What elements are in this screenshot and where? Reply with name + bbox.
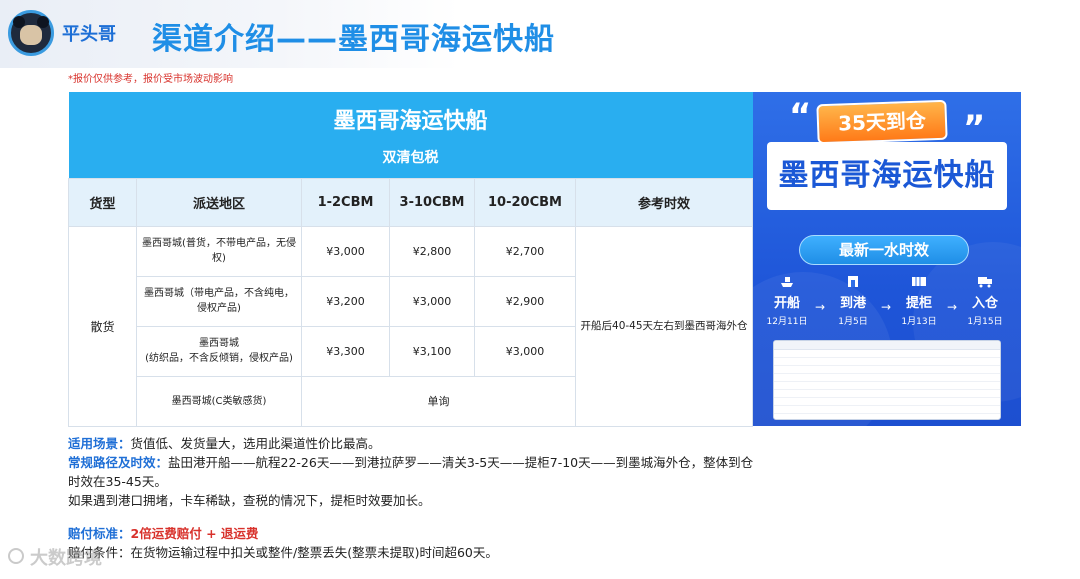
price-cell: ¥2,800 [389, 225, 475, 277]
route-label: 常规路径及时效： [68, 455, 169, 470]
price-disclaimer: *报价仅供参考，报价受市场波动影响 [68, 74, 233, 85]
banner-subtitle: 双清包税 [382, 149, 439, 166]
price-cell: ¥3,100 [389, 325, 475, 377]
arrow-icon: → [814, 300, 826, 314]
arrow-icon: → [946, 300, 958, 314]
header: 平头哥 渠道介绍——墨西哥海运快船 [0, 0, 1080, 68]
header-cargo-type: 货型 [68, 177, 137, 227]
condition-line: 赔付条件：在货物运输过程中扣关或整件/整票丢失(整票未提取)时间超60天。 [68, 545, 828, 561]
scene-line: 适用场景：货值低、发货量大，选用此渠道性价比最高。 [68, 436, 828, 452]
price-cell: ¥3,000 [301, 225, 390, 277]
route-text: 盐田港开船——航程22-26天——到港拉萨罗——清关3-5天——提柜7-10天—… [168, 455, 754, 470]
arrow-icon: → [880, 300, 892, 314]
promo-poster: “ ” 35天到仓 墨西哥海运快船 最新一水时效 开船 12月11日 → 到港 … [753, 92, 1021, 426]
route-line: 常规路径及时效：盐田港开船——航程22-26天——到港拉萨罗——清关3-5天——… [68, 455, 828, 471]
header-3-10cbm: 3-10CBM [389, 177, 475, 227]
transit-badge: 35天到仓 [816, 99, 948, 145]
port-icon [848, 276, 858, 287]
header-reference-time: 参考时效 [574, 177, 754, 227]
ship-icon [781, 277, 793, 287]
page-title: 渠道介绍——墨西哥海运快船 [152, 22, 555, 57]
reference-time-cell: 开船后40-45天左右到墨西哥海外仓 [574, 225, 754, 427]
header-region: 派送地区 [136, 177, 302, 227]
container-icon [912, 277, 926, 286]
cargo-type-cell: 散货 [68, 225, 137, 427]
header-1-2cbm: 1-2CBM [301, 177, 390, 227]
region-cell: 墨西哥城 (纺织品，不含反倾销，侵权产品) [136, 325, 302, 377]
region-cell: 墨西哥城(C类敏感货) [136, 375, 302, 427]
price-cell: ¥2,900 [474, 275, 576, 327]
delay-line: 如果遇到港口拥堵，卡车稀缺，查税的情况下，提柜时效要加长。 [68, 493, 431, 508]
region-cell: 墨西哥城(普货，不带电产品，无侵权) [136, 225, 302, 277]
truck-icon [978, 277, 992, 288]
watermark-logo-icon [8, 548, 24, 564]
poster-title: 墨西哥海运快船 [778, 158, 996, 193]
step-pickup: 提柜 1月13日 [897, 274, 941, 327]
region-cell: 墨西哥城（带电产品，不含纯电，侵权产品) [136, 275, 302, 327]
header-10-20cbm: 10-20CBM [474, 177, 576, 227]
banner-title: 墨西哥海运快船 [333, 108, 488, 134]
price-cell: ¥3,000 [389, 275, 475, 327]
compensation-text: 2倍运费赔付 + 退运费 [130, 526, 259, 541]
tracking-screenshot [773, 340, 1001, 420]
step-departure: 开船 12月11日 [765, 274, 809, 327]
condition-text: 在货物运输过程中扣关或整件/整票丢失(整票未提取)时间超60天。 [130, 545, 498, 560]
table-banner: 墨西哥海运快船 双清包税 [68, 92, 753, 178]
compensation-line: 赔付标准：2倍运费赔付 + 退运费 [68, 526, 828, 542]
route-line-2: 时效在35-45天。 [68, 474, 167, 489]
price-cell: ¥2,700 [474, 225, 576, 277]
price-cell: ¥3,300 [301, 325, 390, 377]
scene-text: 货值低、发货量大，选用此渠道性价比最高。 [130, 436, 381, 451]
bear-logo-icon [8, 10, 54, 56]
table-row: 散货 墨西哥城(普货，不带电产品，无侵权) ¥3,000 ¥2,800 ¥2,7… [68, 225, 754, 427]
step-warehouse: 入仓 1月15日 [963, 274, 1007, 327]
latest-schedule-pill: 最新一水时效 [799, 235, 969, 265]
schedule-steps: 开船 12月11日 → 到港 1月5日 → 提柜 1月13日 → 入仓 1月15… [765, 274, 1013, 330]
price-cell: ¥3,200 [301, 275, 390, 327]
brand-name: 平头哥 [62, 24, 116, 45]
step-arrival: 到港 1月5日 [831, 274, 875, 327]
pricing-table: 墨西哥海运快船 双清包税 货型 派送地区 1-2CBM 3-10CBM 10-2… [68, 92, 754, 427]
inquiry-cell: 单询 [301, 375, 576, 427]
scene-label: 适用场景： [68, 436, 131, 451]
quote-open-icon: “ [789, 96, 812, 136]
price-cell: ¥3,000 [474, 325, 576, 377]
compensation-label: 赔付标准： [68, 526, 131, 541]
watermark: 大数跨境 [30, 548, 102, 569]
